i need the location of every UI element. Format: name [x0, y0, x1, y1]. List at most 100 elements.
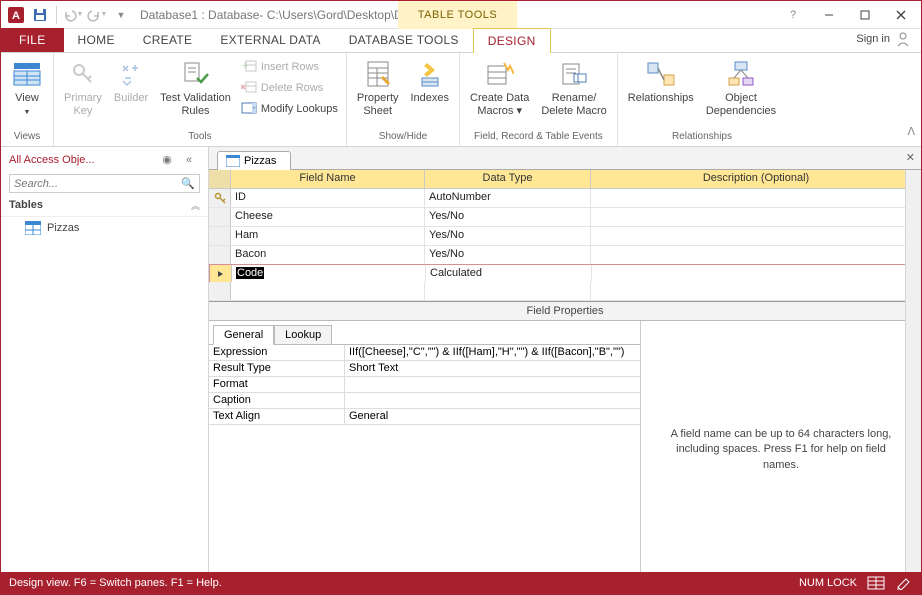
object-dependencies-button[interactable]: Object Dependencies	[702, 56, 780, 119]
builder-button[interactable]: Builder	[110, 56, 152, 107]
property-row[interactable]: Format	[209, 377, 640, 393]
sign-in-link[interactable]: Sign in	[846, 26, 921, 52]
property-row[interactable]: Result TypeShort Text	[209, 361, 640, 377]
table-icon	[25, 221, 41, 235]
primary-key-icon	[214, 192, 226, 204]
data-type-cell[interactable]: Yes/No	[425, 227, 591, 245]
description-cell[interactable]	[591, 227, 921, 245]
description-cell[interactable]	[591, 189, 921, 207]
group-tools: Primary Key Builder Test Validation Rule…	[54, 53, 347, 146]
nav-search[interactable]: 🔍	[9, 174, 200, 193]
indexes-button[interactable]: Indexes	[407, 56, 454, 107]
property-value[interactable]: IIf([Cheese],"C","") & IIf([Ham],"H","")…	[345, 345, 640, 360]
access-icon[interactable]: A	[5, 4, 27, 26]
object-tab-bar: Pizzas ✕	[209, 147, 921, 170]
data-type-cell[interactable]: Yes/No	[425, 208, 591, 226]
close-icon[interactable]	[883, 3, 919, 27]
insert-rows-button[interactable]: +Insert Rows	[239, 58, 340, 76]
grid-row[interactable]: HamYes/No	[209, 227, 921, 246]
row-selector[interactable]	[209, 246, 231, 264]
row-selector[interactable]	[209, 227, 231, 245]
tab-design[interactable]: DESIGN	[473, 28, 551, 53]
tab-file[interactable]: FILE	[1, 28, 64, 52]
property-sheet-button[interactable]: Property Sheet	[353, 56, 403, 119]
property-value[interactable]: Short Text	[345, 361, 640, 376]
nav-collapse-icon[interactable]: «	[178, 154, 200, 166]
collapse-ribbon-icon[interactable]: ᐱ	[907, 125, 915, 138]
tab-external-data[interactable]: EXTERNAL DATA	[206, 28, 334, 52]
field-name-cell[interactable]: Cheese	[231, 208, 425, 226]
row-selector[interactable]	[209, 208, 231, 226]
group-relationships: Relationships Object Dependencies Relati…	[618, 53, 786, 146]
help-icon[interactable]: ?	[775, 3, 811, 27]
data-type-cell[interactable]: Yes/No	[425, 246, 591, 264]
field-property-table: ExpressionIIf([Cheese],"C","") & IIf([Ha…	[209, 345, 640, 579]
minimize-icon[interactable]	[811, 3, 847, 27]
description-cell[interactable]	[591, 208, 921, 226]
rename-delete-macro-button[interactable]: Rename/ Delete Macro	[537, 56, 610, 119]
tab-home[interactable]: HOME	[64, 28, 129, 52]
property-name: Caption	[209, 393, 345, 408]
qat-customize-icon[interactable]: ▼	[110, 4, 132, 26]
nav-search-input[interactable]	[14, 178, 181, 190]
relationships-icon	[645, 58, 677, 90]
modify-lookups-button[interactable]: Modify Lookups	[239, 100, 340, 118]
search-icon[interactable]: 🔍	[181, 177, 195, 190]
header-field-name[interactable]: Field Name	[231, 170, 425, 188]
chevron-up-icon: ︽	[191, 199, 200, 212]
redo-icon[interactable]: ▼	[86, 4, 108, 26]
tab-create[interactable]: CREATE	[129, 28, 207, 52]
select-all-rows[interactable]	[209, 170, 231, 188]
delete-rows-button[interactable]: Delete Rows	[239, 79, 340, 97]
description-cell[interactable]	[592, 265, 920, 282]
save-icon[interactable]	[29, 4, 51, 26]
tab-database-tools[interactable]: DATABASE TOOLS	[335, 28, 473, 52]
property-row[interactable]: ExpressionIIf([Cheese],"C","") & IIf([Ha…	[209, 345, 640, 361]
field-name-cell[interactable]: ID	[231, 189, 425, 207]
grid-row[interactable]: BaconYes/No	[209, 246, 921, 265]
primary-key-button[interactable]: Primary Key	[60, 56, 106, 119]
vertical-scrollbar[interactable]	[905, 170, 921, 579]
test-validation-button[interactable]: Test Validation Rules	[156, 56, 235, 119]
close-object-icon[interactable]: ✕	[906, 151, 915, 164]
field-name-cell[interactable]: Bacon	[231, 246, 425, 264]
row-selector[interactable]	[209, 189, 231, 207]
data-type-cell[interactable]: Calculated	[426, 265, 592, 282]
dependencies-icon	[725, 58, 757, 90]
nav-pane-header[interactable]: All Access Obje... ◉ «	[1, 147, 208, 172]
grid-row[interactable]: CodeCalculated	[209, 264, 921, 283]
user-icon	[895, 31, 911, 47]
grid-row[interactable]: CheeseYes/No	[209, 208, 921, 227]
header-description[interactable]: Description (Optional)	[591, 170, 921, 188]
table-design-view: Pizzas ✕ Field Name Data Type Descriptio…	[209, 147, 921, 579]
view-datasheet-icon[interactable]	[867, 576, 885, 590]
property-row[interactable]: Text AlignGeneral	[209, 409, 640, 425]
maximize-icon[interactable]	[847, 3, 883, 27]
nav-item-pizzas[interactable]: Pizzas	[1, 217, 208, 239]
description-cell[interactable]	[591, 246, 921, 264]
field-name-cell[interactable]: Code	[232, 265, 426, 282]
table-icon	[226, 155, 240, 167]
undo-icon[interactable]: ▼	[62, 4, 84, 26]
fp-tab-lookup[interactable]: Lookup	[274, 325, 332, 345]
property-value[interactable]	[345, 377, 640, 392]
view-design-icon[interactable]	[895, 576, 913, 590]
property-value[interactable]	[345, 393, 640, 408]
relationships-button[interactable]: Relationships	[624, 56, 698, 107]
rename-macro-icon	[558, 58, 590, 90]
field-name-cell[interactable]: Ham	[231, 227, 425, 245]
key-icon	[67, 58, 99, 90]
row-selector[interactable]	[210, 265, 232, 282]
property-value[interactable]: General	[345, 409, 640, 424]
data-type-cell[interactable]: AutoNumber	[425, 189, 591, 207]
object-tab-pizzas[interactable]: Pizzas	[217, 151, 291, 170]
nav-pin-icon[interactable]: ◉	[156, 153, 178, 166]
header-data-type[interactable]: Data Type	[425, 170, 591, 188]
view-button[interactable]: View▼	[7, 56, 47, 119]
property-row[interactable]: Caption	[209, 393, 640, 409]
nav-group-tables[interactable]: Tables︽	[1, 195, 208, 217]
grid-row-empty[interactable]	[209, 282, 921, 301]
create-data-macros-button[interactable]: Create Data Macros ▾	[466, 56, 533, 119]
fp-tab-general[interactable]: General	[213, 325, 274, 345]
grid-row[interactable]: IDAutoNumber	[209, 189, 921, 208]
